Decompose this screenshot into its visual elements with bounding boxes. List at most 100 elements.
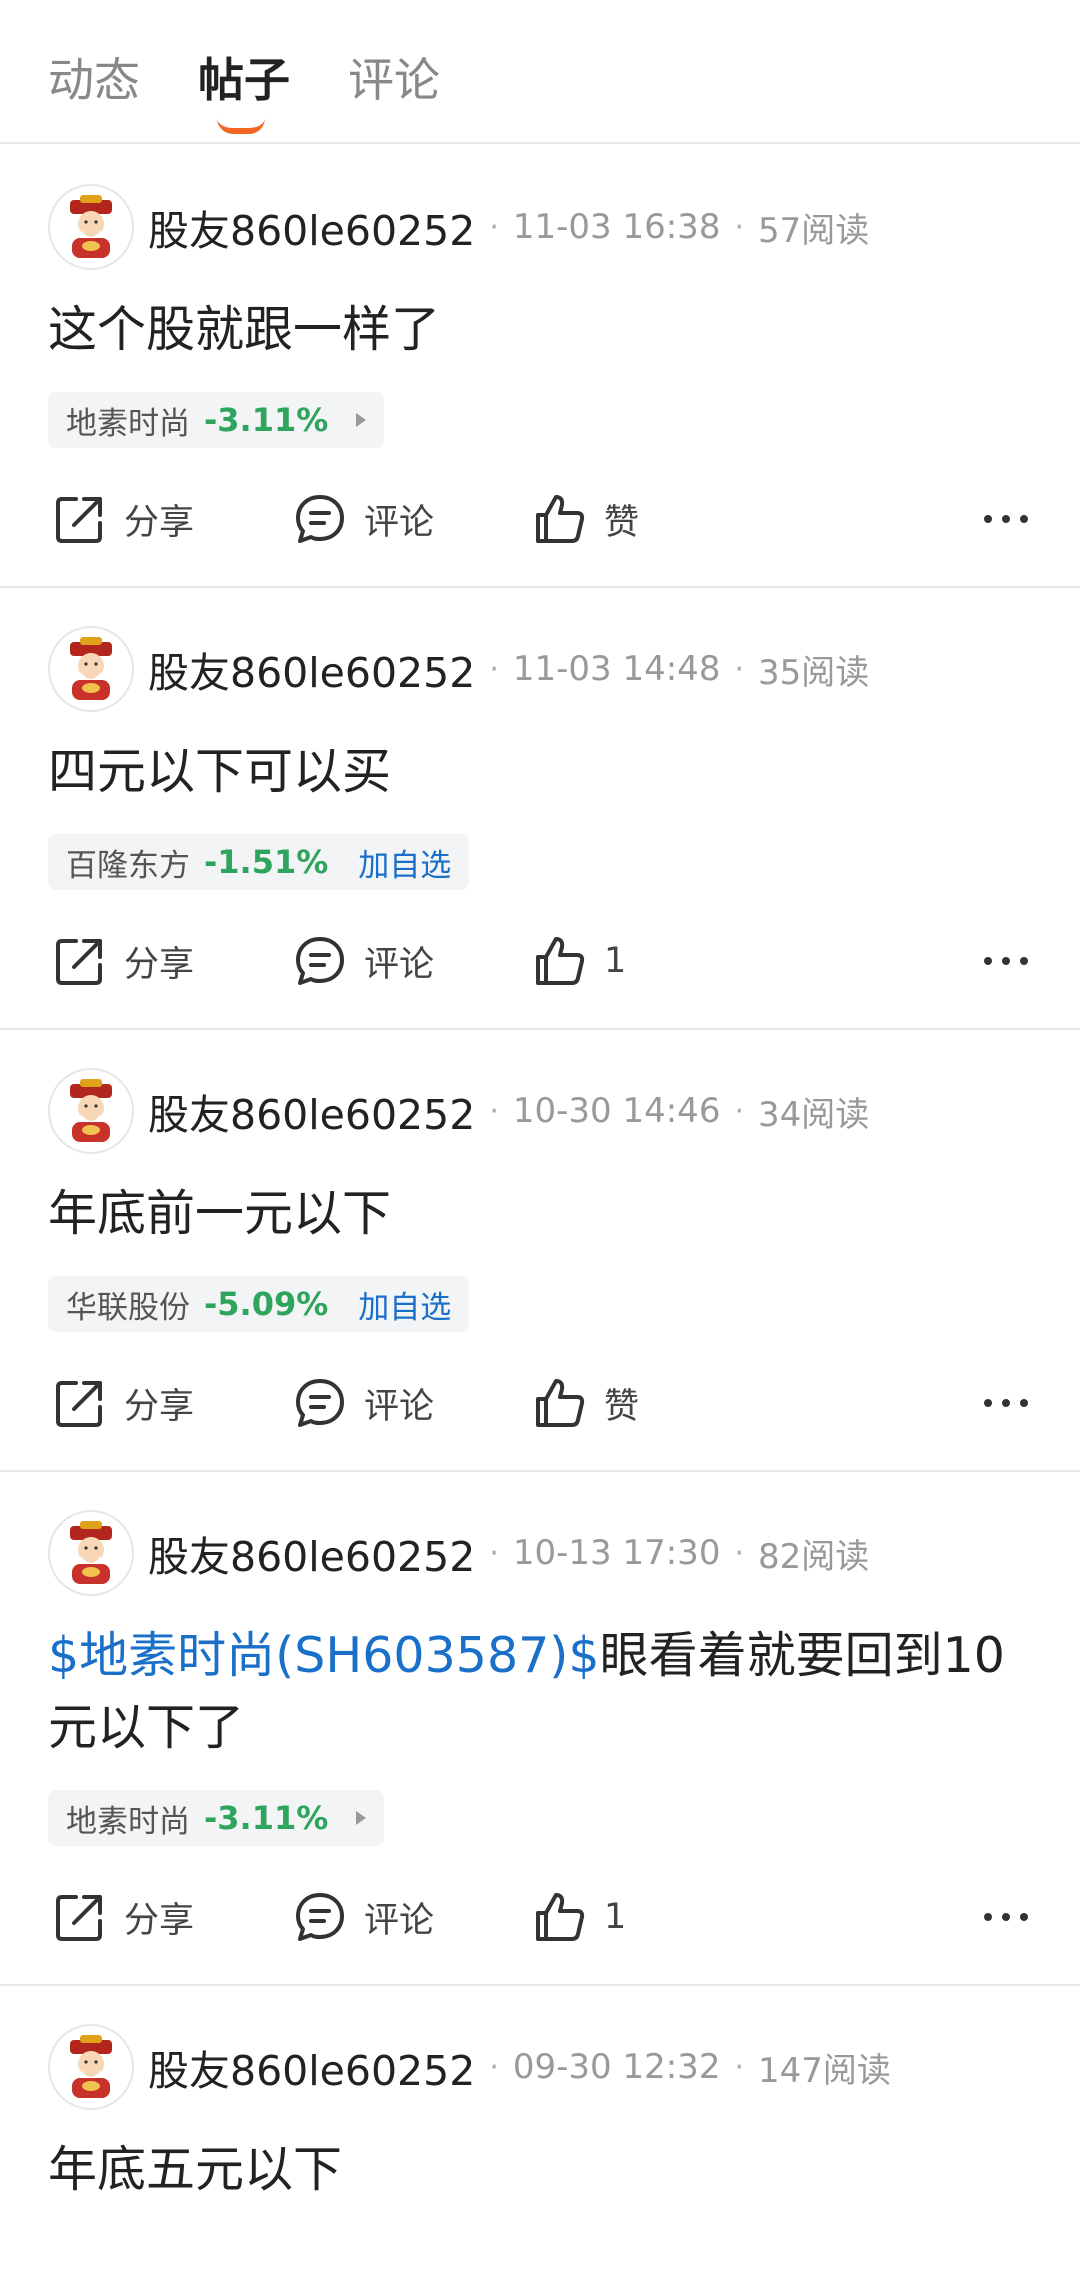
stock-chip[interactable]: 地素时尚 -3.11%	[48, 392, 385, 448]
username[interactable]: 股友860le60252	[148, 2037, 475, 2097]
post-actions: 分享 评论 1	[0, 1882, 1080, 1952]
post-feed: 股友860le60252 · 11-03 16:38 · 57阅读 这个股就跟一…	[0, 146, 1080, 2286]
stock-chip[interactable]: 百隆东方 -1.51% 加自选	[48, 834, 470, 890]
more-options-icon[interactable]	[974, 1368, 1028, 1438]
separator-dot: ·	[734, 1093, 744, 1129]
separator-dot: ·	[489, 1535, 499, 1571]
like-label: 赞	[604, 1386, 640, 1427]
like-label: 赞	[604, 502, 640, 543]
post-actions: 分享 评论 赞	[0, 1368, 1080, 1438]
avatar[interactable]	[48, 1068, 134, 1154]
comment-icon	[296, 495, 344, 543]
add-watchlist-button[interactable]: 加自选	[358, 1282, 451, 1327]
comment-label: 评论	[364, 1900, 435, 1941]
stock-change: -1.51%	[204, 843, 329, 881]
avatar-god-of-wealth-icon	[70, 1079, 112, 1142]
post-text[interactable]: 这个股就跟一样了	[48, 294, 1020, 366]
separator-dot: ·	[489, 651, 499, 687]
stock-change: -5.09%	[204, 1285, 329, 1323]
stock-chip[interactable]: 华联股份 -5.09% 加自选	[48, 1276, 470, 1332]
post-text[interactable]: 年底前一元以下	[48, 1178, 1020, 1250]
read-count: 34阅读	[758, 1094, 870, 1135]
comment-icon	[296, 937, 344, 985]
stock-link[interactable]: $地素时尚(SH603587)$	[48, 1627, 600, 1684]
thumbs-up-icon	[536, 937, 585, 985]
avatar-god-of-wealth-icon	[70, 2035, 112, 2098]
comment-button[interactable]: 评论	[292, 1368, 434, 1438]
avatar[interactable]	[48, 2024, 134, 2110]
stock-chip[interactable]: 地素时尚 -3.11%	[48, 1790, 385, 1846]
share-button[interactable]: 分享	[52, 484, 194, 554]
like-button[interactable]: 赞	[532, 484, 639, 554]
tab-comments[interactable]: 评论	[348, 50, 440, 110]
more-options-icon[interactable]	[974, 926, 1028, 996]
read-count: 147阅读	[758, 2050, 891, 2091]
post-time: 10-13 17:30	[512, 1533, 721, 1573]
share-icon	[56, 939, 102, 985]
post-time: 10-30 14:46	[512, 1091, 721, 1131]
stock-name: 地素时尚	[66, 405, 190, 442]
like-count: 1	[604, 941, 627, 981]
post-text[interactable]: $地素时尚(SH603587)$眼看着就要回到10元以下了	[48, 1620, 1020, 1764]
separator-dot: ·	[734, 651, 744, 687]
more-options-icon[interactable]	[974, 1882, 1028, 1952]
share-icon	[56, 1381, 102, 1427]
stock-change: -3.11%	[204, 401, 329, 439]
post-text[interactable]: 年底五元以下	[48, 2134, 1020, 2206]
avatar[interactable]	[48, 1510, 134, 1596]
comment-icon	[296, 1893, 344, 1941]
share-icon	[56, 497, 102, 543]
username[interactable]: 股友860le60252	[148, 1523, 475, 1583]
avatar[interactable]	[48, 184, 134, 270]
post-text-content: 年底前一元以下	[48, 1185, 392, 1242]
username[interactable]: 股友860le60252	[148, 639, 475, 699]
share-label: 分享	[124, 1900, 195, 1941]
comment-button[interactable]: 评论	[292, 926, 434, 996]
chevron-right-icon	[356, 413, 367, 427]
post-time: 11-03 16:38	[512, 207, 721, 247]
share-label: 分享	[124, 502, 195, 543]
avatar-god-of-wealth-icon	[70, 637, 112, 700]
share-button[interactable]: 分享	[52, 926, 194, 996]
post-text-content: 这个股就跟一样了	[48, 301, 441, 358]
stock-change: -3.11%	[204, 1799, 329, 1837]
like-button[interactable]: 1	[532, 1882, 626, 1952]
post-item[interactable]: 股友860le60252 · 11-03 14:48 · 35阅读 四元以下可以…	[0, 588, 1080, 1030]
like-count: 1	[604, 1897, 627, 1937]
post-time: 11-03 14:48	[512, 649, 721, 689]
share-button[interactable]: 分享	[52, 1882, 194, 1952]
post-item[interactable]: 股友860le60252 · 10-30 14:46 · 34阅读 年底前一元以…	[0, 1030, 1080, 1472]
share-label: 分享	[124, 1386, 195, 1427]
post-text[interactable]: 四元以下可以买	[48, 736, 1020, 808]
separator-dot: ·	[734, 2049, 744, 2085]
avatar[interactable]	[48, 626, 134, 712]
read-count: 57阅读	[758, 210, 870, 251]
post-actions: 分享 评论 赞	[0, 484, 1080, 554]
share-button[interactable]: 分享	[52, 1368, 194, 1438]
stock-name: 百隆东方	[66, 847, 190, 884]
tab-dynamics[interactable]: 动态	[48, 50, 140, 110]
username[interactable]: 股友860le60252	[148, 1081, 475, 1141]
separator-dot: ·	[489, 1093, 499, 1129]
post-item[interactable]: 股友860le60252 · 09-30 12:32 · 147阅读 年底五元以…	[0, 1986, 1080, 2286]
add-watchlist-button[interactable]: 加自选	[358, 840, 451, 885]
stock-name: 地素时尚	[66, 1803, 190, 1840]
post-header: 股友860le60252 · 09-30 12:32 · 147阅读	[48, 2022, 891, 2112]
post-item[interactable]: 股友860le60252 · 10-13 17:30 · 82阅读 $地素时尚(…	[0, 1472, 1080, 1986]
username[interactable]: 股友860le60252	[148, 197, 475, 257]
post-item[interactable]: 股友860le60252 · 11-03 16:38 · 57阅读 这个股就跟一…	[0, 146, 1080, 588]
post-text-content: 年底五元以下	[48, 2141, 343, 2198]
separator-dot: ·	[734, 1535, 744, 1571]
avatar-god-of-wealth-icon	[70, 195, 112, 258]
active-tab-indicator	[217, 118, 265, 134]
like-button[interactable]: 赞	[532, 1368, 639, 1438]
comment-label: 评论	[364, 944, 435, 985]
share-label: 分享	[124, 944, 195, 985]
like-button[interactable]: 1	[532, 926, 626, 996]
comment-button[interactable]: 评论	[292, 1882, 434, 1952]
tab-posts[interactable]: 帖子	[198, 50, 290, 110]
more-options-icon[interactable]	[974, 484, 1028, 554]
post-header: 股友860le60252 · 10-30 14:46 · 34阅读	[48, 1066, 869, 1156]
comment-button[interactable]: 评论	[292, 484, 434, 554]
thumbs-up-icon	[536, 1893, 585, 1941]
